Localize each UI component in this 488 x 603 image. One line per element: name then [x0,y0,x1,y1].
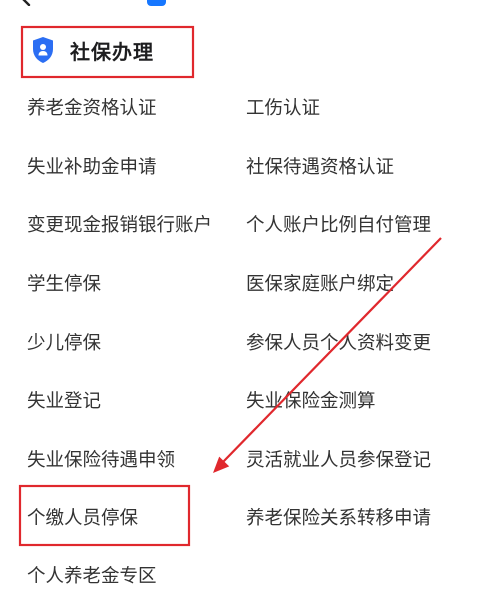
service-item-benefit-qualification[interactable]: 社保待遇资格认证 [246,137,467,196]
service-item-profile-change[interactable]: 参保人员个人资料变更 [246,312,467,371]
service-item-unemployment-claim[interactable]: 失业保险待遇申领 [27,430,246,489]
top-bar [0,0,488,8]
service-item-family-account[interactable]: 医保家庭账户绑定 [246,254,467,313]
service-item-pension-transfer[interactable]: 养老保险关系转移申请 [246,488,467,547]
service-item-flexible-register[interactable]: 灵活就业人员参保登记 [246,430,467,489]
shield-person-icon [32,37,54,63]
service-item-unemployment-calc[interactable]: 失业保险金测算 [246,371,467,430]
screen: 社保办理 养老金资格认证 工伤认证 失业补助金申请 社保待遇资格认证 变更现金报… [0,0,488,603]
service-item-child-stop[interactable]: 少儿停保 [27,312,246,371]
service-item-personal-pension[interactable]: 个人养老金专区 [27,547,246,603]
service-item-unemployment-register[interactable]: 失业登记 [27,371,246,430]
section-title: 社保办理 [70,39,154,64]
service-list: 养老金资格认证 工伤认证 失业补助金申请 社保待遇资格认证 变更现金报销银行账户… [27,78,467,603]
service-item-individual-stop[interactable]: 个缴人员停保 [27,488,246,547]
service-item-change-bank-account[interactable]: 变更现金报销银行账户 [27,195,246,254]
mini-program-icon [147,0,166,6]
chevron-left-icon[interactable] [16,0,32,6]
service-item-unemployment-subsidy[interactable]: 失业补助金申请 [27,137,246,196]
service-item-account-ratio[interactable]: 个人账户比例自付管理 [246,195,467,254]
service-item-pension-qualification[interactable]: 养老金资格认证 [27,78,246,137]
service-item-student-stop[interactable]: 学生停保 [27,254,246,313]
service-item-work-injury[interactable]: 工伤认证 [246,78,467,137]
section-header: 社保办理 [32,35,154,65]
